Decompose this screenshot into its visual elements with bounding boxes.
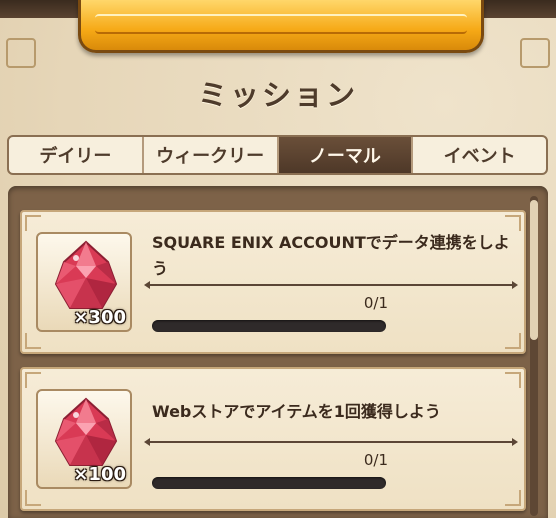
tab-weekly[interactable]: ウィークリー (144, 137, 279, 173)
tab-daily[interactable]: デイリー (9, 137, 144, 173)
frame-corner-ornament (6, 38, 36, 68)
mission-screen: ミッション デイリー ウィークリー ノーマル イベント ×300 SQUARE … (0, 0, 556, 518)
progress-count: 0/1 (363, 451, 388, 469)
card-corner-ornament (25, 490, 41, 506)
scrollbar-thumb[interactable] (530, 200, 538, 340)
tab-normal[interactable]: ノーマル (278, 137, 414, 173)
page-title: ミッション (197, 78, 358, 112)
reward-box[interactable]: ×300 (36, 232, 132, 332)
card-corner-ornament (505, 372, 521, 388)
scrollbar[interactable] (530, 196, 538, 516)
divider (144, 281, 518, 289)
progress-bar (152, 477, 386, 489)
mission-card[interactable]: ×100 Webストアでアイテムを1回獲得しよう 0/1 (20, 367, 526, 511)
frame-corner-ornament (520, 38, 550, 68)
card-corner-ornament (25, 215, 41, 231)
mission-card[interactable]: ×300 SQUARE ENIX ACCOUNTでデータ連携をしよう 0/1 (20, 210, 526, 354)
header-banner (78, 0, 484, 53)
tab-event[interactable]: イベント (413, 137, 546, 173)
red-gem-icon (54, 240, 118, 309)
progress-bar (152, 320, 386, 332)
reward-box[interactable]: ×100 (36, 389, 132, 489)
divider (144, 438, 518, 446)
banner-trim (95, 14, 467, 34)
reward-quantity: ×300 (73, 307, 126, 328)
red-gem-icon (54, 397, 118, 466)
card-corner-ornament (25, 372, 41, 388)
tab-bar: デイリー ウィークリー ノーマル イベント (7, 135, 548, 175)
mission-title: Webストアでアイテムを1回獲得しよう (152, 402, 441, 421)
card-corner-ornament (505, 490, 521, 506)
mission-title: SQUARE ENIX ACCOUNTでデータ連携をしよう (152, 233, 510, 278)
card-corner-ornament (505, 215, 521, 231)
progress-count: 0/1 (363, 294, 388, 312)
reward-quantity: ×100 (73, 464, 126, 485)
card-corner-ornament (505, 333, 521, 349)
card-corner-ornament (25, 333, 41, 349)
